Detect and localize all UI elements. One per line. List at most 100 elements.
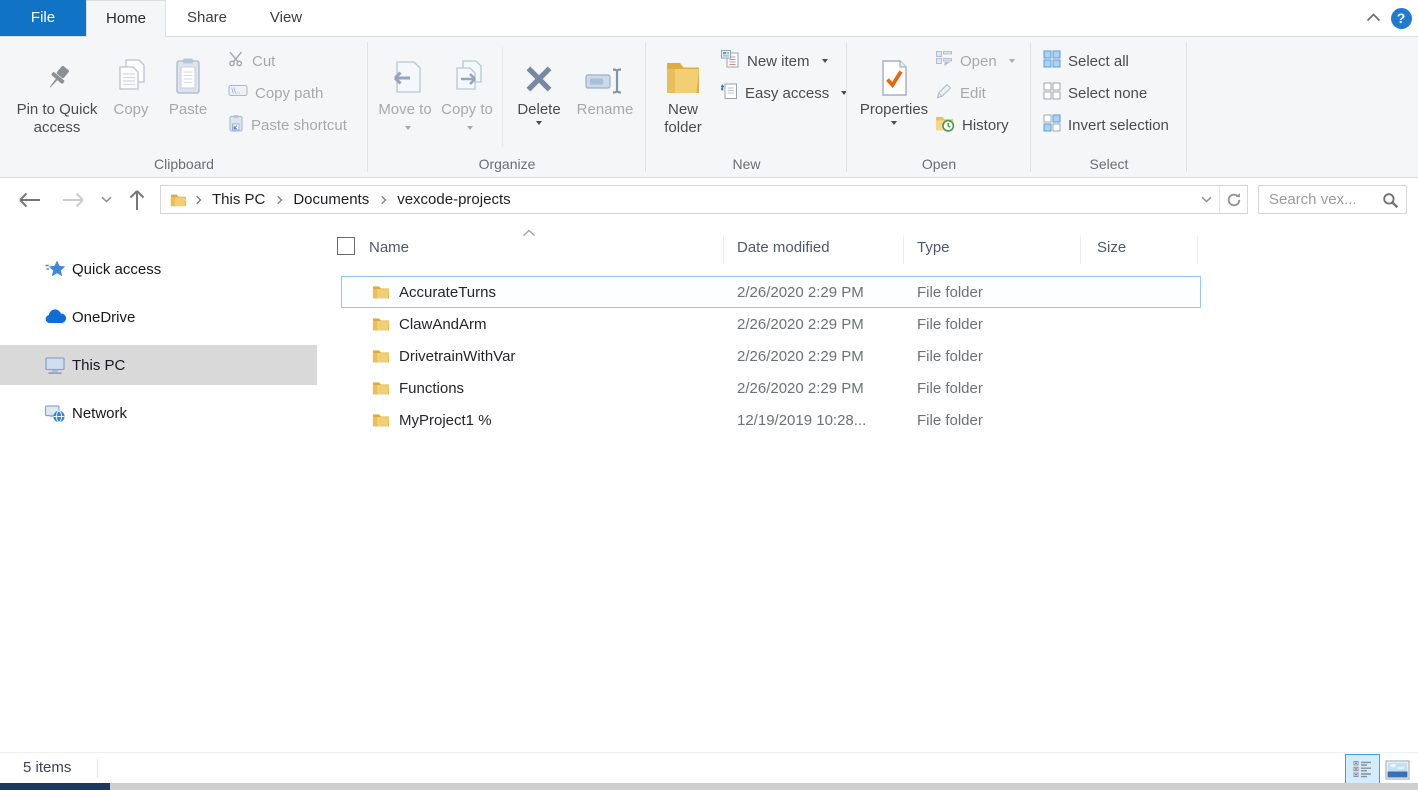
edit-button[interactable]: Edit: [935, 79, 986, 107]
select-none-icon: [1043, 82, 1061, 105]
breadcrumb-vexcode-projects[interactable]: vexcode-projects: [394, 191, 513, 208]
sidebar-item-quick-access[interactable]: Quick access: [0, 249, 317, 289]
svg-text:\\..: \\..: [231, 87, 240, 96]
file-row-drivetrainwithvar[interactable]: DrivetrainWithVar 2/26/2020 2:29 PM File…: [341, 340, 1201, 372]
rename-icon: [584, 45, 626, 97]
file-row-clawandarm[interactable]: ClawAndArm 2/26/2020 2:29 PM File folder: [341, 308, 1201, 340]
copy-path-button[interactable]: \\.. Copy path: [228, 79, 323, 107]
move-to-button[interactable]: Move to: [376, 45, 434, 157]
column-divider[interactable]: [903, 236, 904, 264]
invert-selection-icon: [1043, 114, 1061, 137]
breadcrumb-chevron-icon: [193, 195, 201, 203]
column-header-type[interactable]: Type: [917, 228, 950, 268]
onedrive-cloud-icon: [44, 309, 66, 325]
ribbon-tab-bar: File Home Share View ?: [0, 0, 1418, 37]
tab-view[interactable]: View: [248, 0, 324, 36]
copy-button[interactable]: Copy: [104, 45, 158, 157]
invert-selection-button[interactable]: Invert selection: [1043, 111, 1169, 139]
move-to-icon: [386, 45, 424, 97]
navigation-bar: This PC Documents vexcode-projects: [0, 178, 1418, 221]
details-view-icon: [1352, 760, 1373, 779]
select-all-button[interactable]: Select all: [1043, 47, 1129, 75]
minimize-ribbon-button[interactable]: [1356, 0, 1390, 36]
sidebar-item-network[interactable]: Network: [0, 393, 317, 433]
sort-ascending-icon: [522, 224, 536, 242]
address-bar[interactable]: This PC Documents vexcode-projects: [160, 185, 1248, 214]
search-icon[interactable]: [1382, 192, 1399, 214]
column-headers: Name Date modified Type Size: [317, 228, 1217, 268]
this-pc-monitor-icon: [44, 356, 66, 375]
file-row-myproject1[interactable]: MyProject1 % 12/19/2019 10:28... File fo…: [341, 404, 1201, 436]
status-divider: [97, 759, 98, 778]
pin-to-quick-access-button[interactable]: Pin to Quick access: [12, 45, 102, 157]
recent-locations-button[interactable]: [95, 178, 117, 221]
paste-button[interactable]: Paste: [160, 45, 216, 157]
properties-button[interactable]: Properties: [861, 45, 927, 157]
refresh-icon: [1226, 192, 1242, 208]
ribbon: Pin to Quick access Copy Paste Cut \\..: [0, 37, 1418, 178]
column-header-date-modified[interactable]: Date modified: [737, 228, 830, 268]
large-icons-view-button[interactable]: [1383, 758, 1412, 782]
select-none-button[interactable]: Select none: [1043, 79, 1147, 107]
back-button[interactable]: [10, 178, 48, 221]
details-view-button[interactable]: [1345, 754, 1380, 785]
dropdown-caret-icon: [467, 126, 473, 130]
search-box: [1258, 185, 1407, 214]
file-row-accurateturns[interactable]: AccurateTurns 2/26/2020 2:29 PM File fol…: [341, 276, 1201, 308]
history-button[interactable]: History: [935, 111, 1009, 139]
pushpin-icon: [40, 45, 74, 97]
open-button[interactable]: Open: [935, 47, 1015, 75]
refresh-button[interactable]: [1219, 186, 1247, 213]
dropdown-caret-icon: [1009, 59, 1015, 63]
tab-home[interactable]: Home: [86, 0, 166, 37]
breadcrumb-documents[interactable]: Documents: [290, 191, 372, 208]
file-rows: AccurateTurns 2/26/2020 2:29 PM File fol…: [341, 276, 1201, 436]
paste-shortcut-button[interactable]: Paste shortcut: [228, 111, 347, 139]
breadcrumb-this-pc[interactable]: This PC: [209, 191, 268, 208]
column-divider[interactable]: [1080, 236, 1081, 264]
scissors-icon: [228, 50, 245, 72]
sidebar-item-onedrive[interactable]: OneDrive: [0, 297, 317, 337]
new-item-button[interactable]: New item: [720, 47, 828, 75]
tab-share[interactable]: Share: [166, 0, 248, 36]
column-header-size[interactable]: Size: [1097, 228, 1126, 268]
sidebar-item-this-pc[interactable]: This PC: [0, 345, 317, 385]
properties-icon: [877, 45, 911, 97]
select-all-icon: [1043, 50, 1061, 73]
edit-pencil-icon: [935, 82, 953, 105]
arrow-up-icon: [129, 188, 145, 212]
paste-shortcut-icon: [228, 114, 244, 137]
forward-button[interactable]: [54, 178, 92, 221]
rename-button[interactable]: Rename: [573, 45, 637, 157]
network-icon: [44, 404, 66, 423]
taskbar-edge: [0, 783, 1418, 790]
file-row-functions[interactable]: Functions 2/26/2020 2:29 PM File folder: [341, 372, 1201, 404]
file-list: Name Date modified Type Size AccurateTur…: [317, 221, 1418, 752]
ribbon-group-open: Properties Open Edit History Open: [847, 37, 1031, 177]
new-item-icon: [720, 49, 740, 74]
arrow-right-icon: [61, 192, 86, 208]
ribbon-group-organize: Move to Copy to Delete Rename: [368, 37, 646, 177]
delete-button[interactable]: Delete: [508, 45, 570, 157]
column-divider[interactable]: [1197, 236, 1198, 264]
copy-to-button[interactable]: Copy to: [438, 45, 496, 157]
column-divider[interactable]: [723, 236, 724, 264]
status-bar: 5 items: [0, 752, 1418, 783]
dropdown-caret-icon: [536, 121, 542, 125]
easy-access-button[interactable]: Easy access: [720, 79, 847, 107]
address-dropdown-button[interactable]: [1193, 186, 1219, 213]
open-icon: [935, 50, 953, 73]
new-folder-button[interactable]: New folder: [652, 45, 714, 157]
help-button[interactable]: ?: [1386, 0, 1416, 36]
folder-icon: [372, 380, 390, 401]
copy-path-icon: \\..: [228, 83, 248, 103]
up-button[interactable]: [120, 178, 154, 221]
select-all-checkbox[interactable]: [337, 237, 355, 255]
cut-button[interactable]: Cut: [228, 47, 275, 75]
tab-file[interactable]: File: [0, 0, 86, 36]
ribbon-group-clipboard: Pin to Quick access Copy Paste Cut \\..: [0, 37, 368, 177]
column-header-name[interactable]: Name: [369, 228, 409, 268]
breadcrumb-chevron-icon: [274, 195, 282, 203]
ribbon-group-select: Select all Select none Invert selection …: [1031, 37, 1187, 177]
group-divider: [502, 47, 503, 147]
